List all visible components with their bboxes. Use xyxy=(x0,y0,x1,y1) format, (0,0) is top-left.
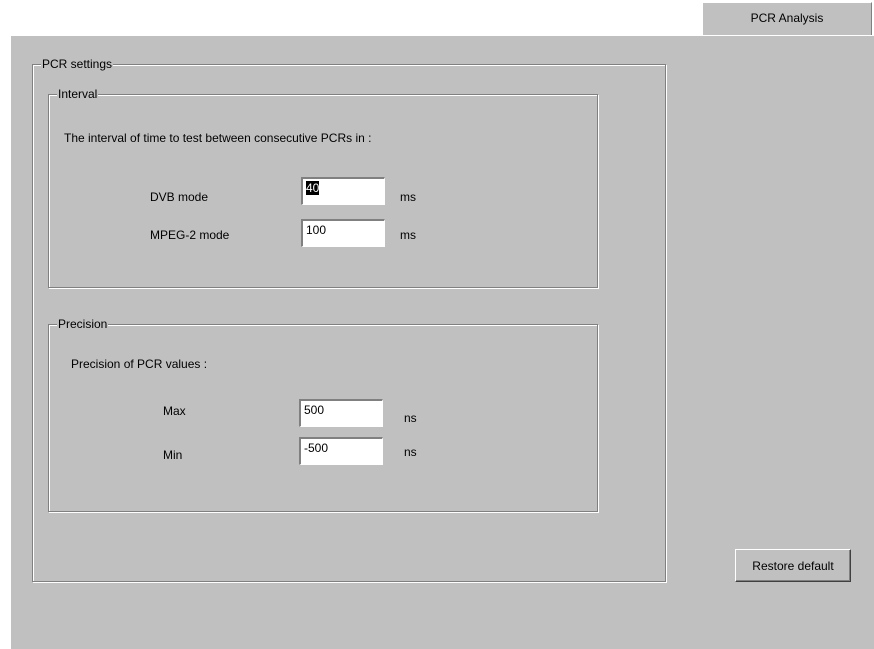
min-unit: ns xyxy=(404,445,417,459)
tab-pcr-analysis[interactable]: PCR Analysis xyxy=(702,2,872,36)
max-value: 500 xyxy=(304,403,325,417)
dvb-mode-input[interactable]: 40 xyxy=(301,177,385,205)
mpeg2-mode-label: MPEG-2 mode xyxy=(150,228,230,242)
tab-label: PCR Analysis xyxy=(750,11,824,25)
dvb-mode-value: 40 xyxy=(306,181,320,195)
precision-description: Precision of PCR values : xyxy=(71,357,208,371)
mpeg2-mode-input[interactable]: 100 xyxy=(301,219,385,247)
dvb-mode-label: DVB mode xyxy=(150,190,209,204)
restore-default-button[interactable]: Restore default xyxy=(735,549,851,582)
max-input[interactable]: 500 xyxy=(299,399,383,427)
min-value: -500 xyxy=(304,441,329,455)
interval-title: Interval xyxy=(57,87,99,101)
tab-panel: PCR settings Interval The interval of ti… xyxy=(10,35,874,649)
mpeg2-mode-unit: ms xyxy=(400,228,416,242)
precision-title: Precision xyxy=(57,317,109,331)
interval-description: The interval of time to test between con… xyxy=(64,131,372,145)
mpeg2-mode-value: 100 xyxy=(306,223,327,237)
max-unit: ns xyxy=(404,411,417,425)
dvb-mode-unit: ms xyxy=(400,190,416,204)
restore-default-label: Restore default xyxy=(752,558,834,573)
max-label: Max xyxy=(163,404,186,418)
pcr-settings-title: PCR settings xyxy=(41,57,114,71)
min-input[interactable]: -500 xyxy=(299,437,383,465)
min-label: Min xyxy=(163,448,183,462)
